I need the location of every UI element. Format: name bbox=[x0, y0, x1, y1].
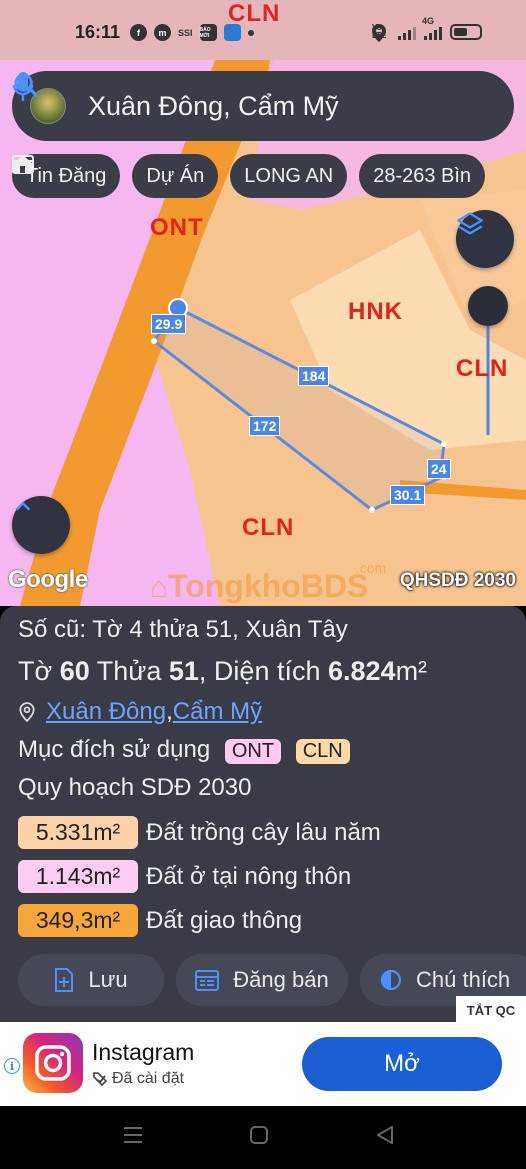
overlay-label: QHSDĐ 2030 bbox=[399, 570, 516, 591]
google-logo: Google bbox=[8, 566, 88, 593]
chip-du-an[interactable]: Dự Án bbox=[13, 154, 219, 198]
dimension-label: 24 bbox=[427, 459, 451, 479]
area-value: 6.824 bbox=[327, 656, 396, 686]
parcel-info-panel: Số cũ: Tờ 4 thửa 51, Xuân Tây Tờ 60 Thửa… bbox=[0, 606, 526, 1022]
filter-chips: Tin Đăng Dự Án LONG AN 28-263 Bìn bbox=[12, 154, 486, 198]
map-label-cln-bottom: CLN bbox=[242, 514, 295, 541]
purpose-row: Mục đích sử dụng ONT CLN bbox=[18, 736, 350, 764]
system-nav-bar bbox=[0, 1106, 526, 1169]
area-row: 1.143m² Đất ở tại nông thôn bbox=[18, 860, 351, 893]
area-unit: m² bbox=[395, 656, 428, 686]
dimension-label: 184 bbox=[298, 366, 330, 386]
area-label: Đất trồng cây lâu năm bbox=[146, 818, 381, 846]
expand-panel-button[interactable] bbox=[12, 496, 70, 554]
area-label: Đất ở tại nông thôn bbox=[146, 862, 352, 890]
area-value-box: 5.331m² bbox=[18, 816, 138, 849]
old-reference: Số cũ: Tờ 4 thửa 51, Xuân Tây bbox=[18, 616, 348, 643]
search-input[interactable]: Xuân Đông, Cẩm Mỹ bbox=[88, 91, 414, 122]
watermark: ⌂TongkhoBDS bbox=[150, 568, 369, 604]
search-icon[interactable] bbox=[14, 73, 446, 122]
legend-label: Chú thích bbox=[416, 967, 511, 992]
map-label-hnk: HNK bbox=[348, 298, 403, 325]
dimension-label: 30.1 bbox=[390, 485, 426, 505]
badge-ont: ONT bbox=[224, 739, 282, 764]
parcel-prefix: Thửa bbox=[89, 656, 169, 686]
save-button-label: Lưu bbox=[88, 967, 128, 992]
sheet-number: 60 bbox=[59, 656, 90, 686]
dimension-label: 172 bbox=[249, 416, 281, 436]
chip-label: Dự Án bbox=[146, 164, 205, 187]
ad-title: Instagram bbox=[92, 1039, 195, 1065]
chip-long-an[interactable]: LONG AN bbox=[230, 154, 348, 198]
recents-icon[interactable] bbox=[122, 1124, 144, 1146]
chip-label: Tin Đăng bbox=[26, 164, 107, 187]
installed-check-icon bbox=[93, 1072, 108, 1087]
ad-subtitle-text: Đã cài đặt bbox=[112, 1070, 185, 1087]
facebook-icon: f bbox=[130, 24, 147, 41]
area-label: Đất giao thông bbox=[146, 906, 303, 934]
save-button[interactable]: Lưu bbox=[18, 954, 164, 1006]
purpose-label: Mục đích sử dụng bbox=[18, 736, 211, 763]
signal-icon bbox=[398, 25, 416, 40]
map-label-cln-right: CLN bbox=[456, 355, 509, 382]
chip-address[interactable]: 28-263 Bìn bbox=[359, 154, 486, 198]
plan-label: Quy hoạch SDĐ 2030 bbox=[18, 774, 252, 801]
calendar-icon bbox=[195, 970, 220, 991]
commune-link[interactable]: Xuân Đông bbox=[46, 698, 166, 726]
area-value-box: 1.143m² bbox=[18, 860, 138, 893]
area-prefix: , Diện tích bbox=[198, 656, 328, 686]
location-row: Xuân Đông, Cẩm Mỹ bbox=[18, 698, 262, 726]
ad-banner[interactable]: i Instagram Đã cài đặt Mở bbox=[0, 1022, 526, 1106]
dot-icon bbox=[247, 29, 254, 36]
layers-button[interactable] bbox=[456, 210, 514, 268]
instagram-logo-icon bbox=[23, 1033, 83, 1093]
battery-icon bbox=[450, 24, 482, 40]
map-label-ont: ONT bbox=[150, 214, 204, 241]
map-label-cln-top: CLN bbox=[228, 0, 281, 27]
ad-subtitle: Đã cài đặt bbox=[92, 1070, 184, 1088]
location-pin-icon bbox=[19, 702, 35, 722]
location-icon bbox=[372, 24, 386, 42]
area-value-box: 349,3m² bbox=[18, 904, 138, 937]
hide-ads-button[interactable]: TẮT QC bbox=[456, 996, 526, 1024]
parcel-summary: Tờ 60 Thửa 51, Diện tích 6.824m² bbox=[18, 656, 427, 687]
chevron-up-icon bbox=[15, 501, 31, 511]
network-type: 4G bbox=[422, 15, 435, 26]
zoom-slider-knob[interactable] bbox=[468, 286, 508, 326]
messenger-icon: m bbox=[154, 24, 171, 41]
dimension-label: 29.9 bbox=[151, 314, 187, 334]
4g-signal-icon: 4G bbox=[422, 16, 442, 40]
back-icon[interactable] bbox=[374, 1124, 396, 1146]
status-time: 16:11 bbox=[75, 22, 121, 42]
open-app-button[interactable]: Mở bbox=[302, 1037, 502, 1091]
parcel-number: 51 bbox=[168, 656, 199, 686]
post-sale-label: Đăng bán bbox=[233, 967, 329, 992]
microphone-icon[interactable] bbox=[12, 72, 496, 122]
watermark-text: TongkhoBDS bbox=[168, 568, 369, 604]
post-sale-button[interactable]: Đăng bán bbox=[176, 954, 348, 1006]
search-bar[interactable]: Xuân Đông, Cẩm Mỹ bbox=[12, 71, 514, 141]
chip-label: 28-263 Bìn bbox=[373, 164, 472, 187]
area-row: 349,3m² Đất giao thông bbox=[18, 904, 302, 937]
watermark-suffix: .com bbox=[356, 560, 387, 576]
ad-info-icon[interactable]: i bbox=[4, 1058, 20, 1074]
home-icon[interactable] bbox=[248, 1124, 270, 1146]
badge-cln: CLN bbox=[295, 739, 350, 764]
location-separator: , bbox=[166, 698, 173, 725]
contrast-icon bbox=[380, 969, 402, 991]
map-view[interactable]: 16:11 f m SSI BÁO MỚI Vo LTE 4G Xuân Đôn… bbox=[0, 0, 526, 606]
sheet-prefix: Tờ bbox=[18, 656, 60, 686]
ssi-icon: SSI bbox=[178, 27, 193, 38]
news-icon: BÁO MỚI bbox=[199, 24, 217, 41]
district-link[interactable]: Cẩm Mỹ bbox=[173, 698, 262, 726]
layers-icon bbox=[457, 212, 483, 235]
area-row: 5.331m² Đất trồng cây lâu năm bbox=[18, 816, 381, 849]
add-file-icon bbox=[55, 968, 74, 992]
house-icon bbox=[13, 155, 33, 173]
status-icons-right: Vo LTE 4G bbox=[372, 16, 482, 42]
chip-label: LONG AN bbox=[244, 164, 334, 187]
